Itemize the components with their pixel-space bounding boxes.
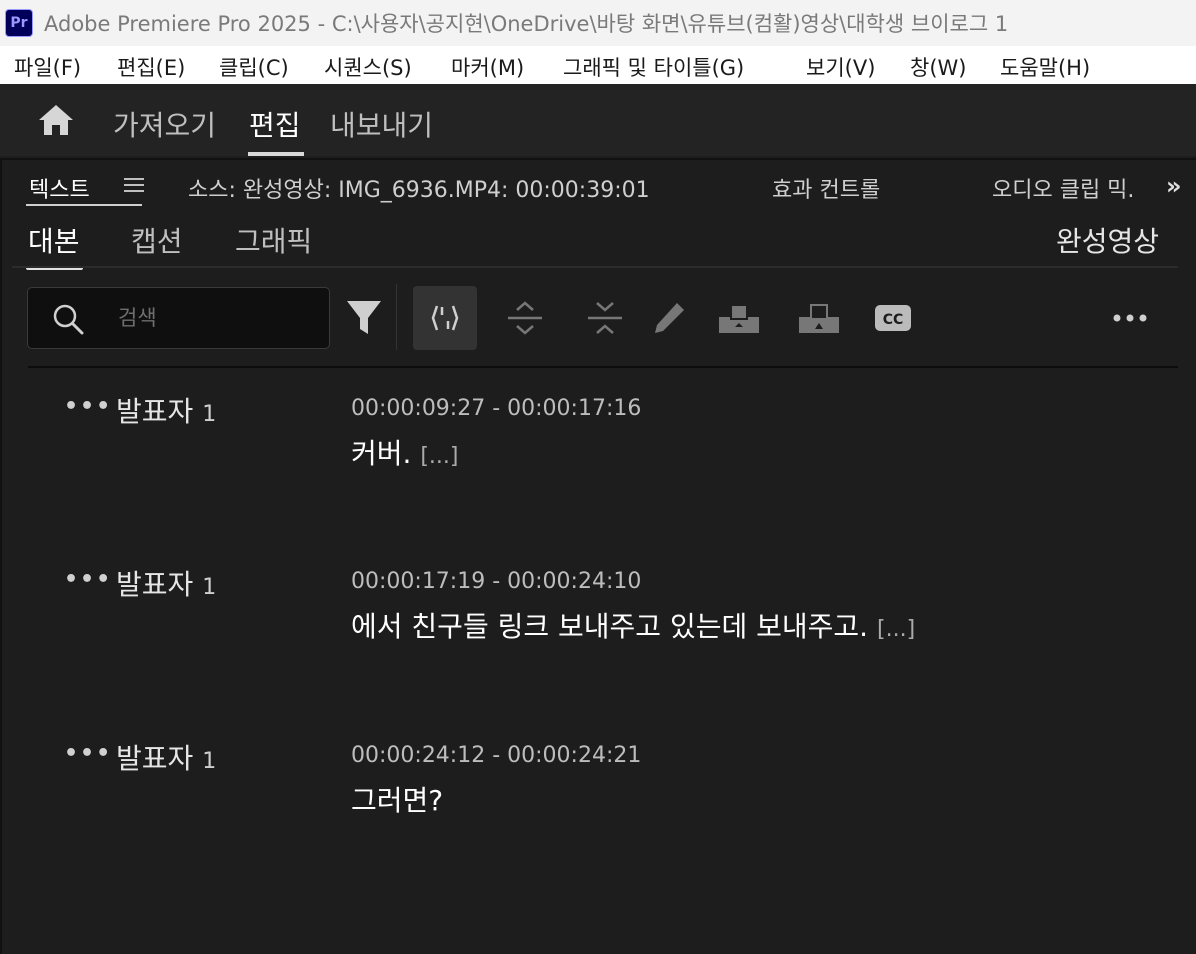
speaker-number: 1 <box>202 749 217 774</box>
segment-gap-marker: [...] <box>877 617 916 642</box>
split-segment-icon[interactable] <box>413 286 477 350</box>
segment-timecode: 00:00:09:27 - 00:00:17:16 <box>351 396 642 421</box>
segment-timecode: 00:00:17:19 - 00:00:24:10 <box>351 569 642 594</box>
speaker-label[interactable]: 발표자 1 <box>116 737 216 777</box>
menu-marker[interactable]: 마커(M) <box>451 52 524 82</box>
speaker-name: 발표자 <box>116 395 194 428</box>
active-panel-tab-indicator <box>26 204 142 206</box>
menu-clip[interactable]: 클립(C) <box>219 52 289 82</box>
menu-edit[interactable]: 편집(E) <box>117 52 185 82</box>
speaker-name: 발표자 <box>116 742 194 775</box>
panel-tab-source[interactable]: 소스: 완성영상: IMG_6936.MP4: 00:00:39:01 <box>188 172 650 204</box>
panel-tab-text[interactable]: 텍스트 <box>29 172 90 204</box>
collapse-icon[interactable] <box>573 286 637 350</box>
cc-icon[interactable]: CC <box>861 286 925 350</box>
menu-bar: 파일(F) 편집(E) 클립(C) 시퀀스(S) 마커(M) 그래픽 및 타이틀… <box>0 46 1196 84</box>
segment-text[interactable]: 에서 친구들 링크 보내주고 있는데 보내주고. [...] <box>351 605 915 645</box>
menu-help[interactable]: 도움말(H) <box>1000 52 1090 82</box>
segment-text[interactable]: 커버. [...] <box>351 432 458 472</box>
sub-tab-transcript[interactable]: 대본 <box>28 220 80 260</box>
panel-tab-audio-clip-mixer[interactable]: 오디오 클립 믹. <box>992 172 1154 204</box>
workspace-tab-edit[interactable]: 편집 <box>249 104 301 144</box>
transcript-entry[interactable]: ••• 발표자 1 00:00:24:12 - 00:00:24:21 그러면? <box>2 737 1196 857</box>
sub-tab-graphics[interactable]: 그래픽 <box>235 220 312 260</box>
title-bar: Pr Adobe Premiere Pro 2025 - C:\사용자\공지현\… <box>0 0 1196 46</box>
hamburger-menu-icon[interactable] <box>124 178 144 194</box>
segment-gap-marker: [...] <box>420 444 459 469</box>
transcript-entry[interactable]: ••• 발표자 1 00:00:17:19 - 00:00:24:10 에서 친… <box>2 563 1196 683</box>
menu-window[interactable]: 창(W) <box>910 52 966 82</box>
sub-tab-captions[interactable]: 캡션 <box>131 220 183 260</box>
active-workspace-indicator <box>248 152 304 156</box>
divider <box>12 266 1178 268</box>
menu-sequence[interactable]: 시퀀스(S) <box>324 52 412 82</box>
window-title: Adobe Premiere Pro 2025 - C:\사용자\공지현\One… <box>44 12 1009 36</box>
speaker-number: 1 <box>202 402 217 427</box>
segment-text[interactable]: 그러면? <box>351 779 443 819</box>
speaker-name: 발표자 <box>116 568 194 601</box>
text-panel: 텍스트 소스: 완성영상: IMG_6936.MP4: 00:00:39:01 … <box>0 158 1196 954</box>
speaker-number: 1 <box>202 575 217 600</box>
premiere-pro-app-icon: Pr <box>5 9 33 37</box>
transcript-entry[interactable]: ••• 발표자 1 00:00:09:27 - 00:00:17:16 커버. … <box>2 390 1196 510</box>
search-box <box>27 287 330 349</box>
entry-more-icon[interactable]: ••• <box>64 567 112 592</box>
svg-text:CC: CC <box>883 312 904 328</box>
panel-tab-row: 텍스트 소스: 완성영상: IMG_6936.MP4: 00:00:39:01 … <box>2 160 1196 212</box>
segment-text-content[interactable]: 커버. <box>351 437 411 470</box>
search-icon <box>53 304 84 335</box>
more-icon[interactable] <box>1098 286 1162 350</box>
pencil-icon[interactable] <box>637 286 701 350</box>
menu-graphics-titles[interactable]: 그래픽 및 타이틀(G) <box>563 52 744 82</box>
workspace-bar: 가져오기 편집 내보내기 <box>0 84 1196 156</box>
menu-view[interactable]: 보기(V) <box>806 52 875 82</box>
speaker-label[interactable]: 발표자 1 <box>116 563 216 603</box>
entry-more-icon[interactable]: ••• <box>64 394 112 419</box>
entry-more-icon[interactable]: ••• <box>64 741 112 766</box>
search-input[interactable] <box>118 302 318 334</box>
workspace-tab-import[interactable]: 가져오기 <box>113 104 216 144</box>
transcript-toolbar: CC <box>2 284 1196 354</box>
segment-text-content[interactable]: 그러면? <box>351 784 443 817</box>
sub-tab-row: 대본 캡션 그래픽 완성영상 <box>2 212 1196 270</box>
panel-tab-effect-controls[interactable]: 효과 컨트롤 <box>772 172 880 204</box>
menu-file[interactable]: 파일(F) <box>14 52 81 82</box>
expand-icon[interactable] <box>493 286 557 350</box>
insert-icon[interactable] <box>707 286 771 350</box>
segment-timecode: 00:00:24:12 - 00:00:24:21 <box>351 743 642 768</box>
home-icon[interactable] <box>37 103 75 137</box>
segment-text-content[interactable]: 에서 친구들 링크 보내주고 있는데 보내주고. <box>351 610 868 643</box>
filter-icon[interactable] <box>332 286 396 350</box>
speaker-label[interactable]: 발표자 1 <box>116 390 216 430</box>
workspace-tab-export[interactable]: 내보내기 <box>330 104 433 144</box>
double-chevron-right-icon[interactable]: » <box>1166 172 1182 200</box>
overwrite-icon[interactable] <box>787 286 851 350</box>
toolbar-divider <box>396 284 397 350</box>
divider <box>28 366 1178 368</box>
sequence-name: 완성영상 <box>1056 225 1160 258</box>
